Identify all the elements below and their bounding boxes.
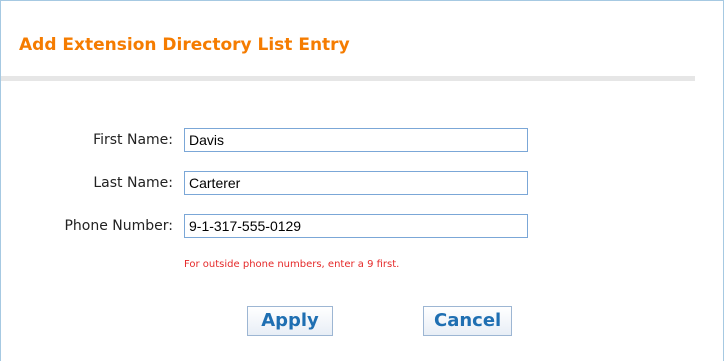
title-divider [1, 76, 695, 81]
last-name-row: Last Name: [1, 171, 726, 195]
phone-hint-text: For outside phone numbers, enter a 9 fir… [184, 259, 400, 270]
phone-number-label: Phone Number: [64, 218, 173, 234]
add-extension-dialog: Add Extension Directory List Entry First… [0, 0, 724, 361]
last-name-label: Last Name: [93, 175, 173, 191]
phone-number-input[interactable] [184, 214, 528, 238]
apply-button[interactable]: Apply [247, 306, 333, 336]
first-name-row: First Name: [1, 128, 726, 152]
first-name-input[interactable] [184, 128, 528, 152]
last-name-input[interactable] [184, 171, 528, 195]
phone-number-row: Phone Number: [1, 214, 726, 238]
cancel-button[interactable]: Cancel [423, 306, 512, 336]
first-name-label: First Name: [93, 132, 173, 148]
dialog-title: Add Extension Directory List Entry [19, 35, 350, 55]
